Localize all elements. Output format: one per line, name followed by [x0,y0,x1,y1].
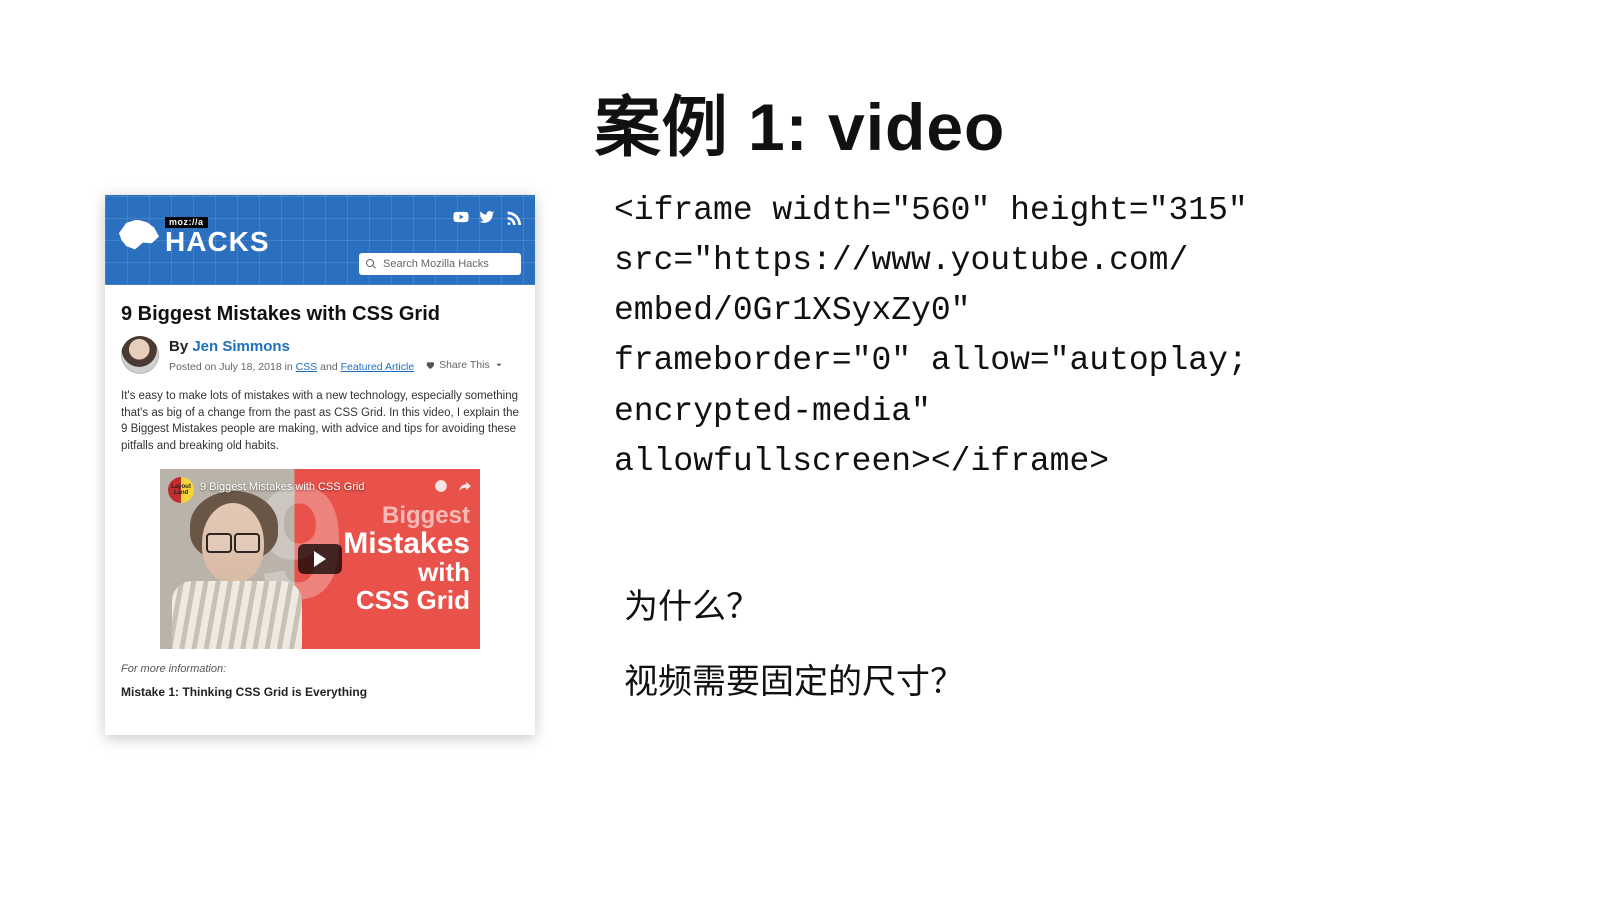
hacks-logo: moz://a HACKS [119,217,270,256]
overlay-line-1: Biggest [343,503,470,528]
overlay-line-4: CSS Grid [343,587,470,614]
watch-later-icon [434,479,448,493]
presenter-illustration [166,485,316,645]
video-thumbnail[interactable]: 9 Layout Land 9 Biggest Mistakes with CS… [160,469,480,649]
share-icon [458,479,472,493]
avatar [121,336,159,374]
hacks-screenshot: moz://a HACKS Search Mozilla Hacks 9 Big… [105,195,535,735]
channel-badge: Layout Land [168,477,194,503]
slide-title: 案例 1: video [0,74,1600,170]
post-meta: Posted on July 18, 2018 in CSS and Featu… [169,359,504,373]
share-this[interactable]: Share This [425,359,504,371]
play-button[interactable] [298,544,342,574]
mistake-1-heading: Mistake 1: Thinking CSS Grid is Everythi… [121,685,519,699]
rss-icon [505,209,521,225]
overlay-line-2: Mistakes [343,528,470,560]
video-caption: 9 Biggest Mistakes with CSS Grid [200,481,364,493]
question-why: 为什么？ [624,570,964,645]
youtube-icon [453,209,469,225]
iframe-code-sample: <iframe width="560" height="315" src="ht… [614,186,1394,487]
article-intro: It's easy to make lots of mistakes with … [121,388,519,455]
questions: 为什么？ 视频需要固定的尺寸？ [624,570,964,720]
code-line-2: src="https://www.youtube.com/ [614,236,1394,286]
code-line-4: frameborder="0" allow="autoplay; [614,336,1394,386]
video-overlay-title: Biggest Mistakes with CSS Grid [343,503,470,614]
byline: By Jen Simmons Posted on July 18, 2018 i… [121,336,519,374]
code-line-1: <iframe width="560" height="315" [614,186,1394,236]
twitter-icon [479,209,495,225]
heart-icon [425,360,435,370]
dino-icon [119,220,159,254]
code-line-6: allowfullscreen></iframe> [614,437,1394,487]
overlay-line-3: with [343,559,470,586]
share-label: Share This [439,359,490,371]
meta-and: and [317,361,340,373]
code-line-3: embed/0Gr1XSyxZy0" [614,286,1394,336]
chevron-down-icon [494,360,504,370]
hacks-banner: moz://a HACKS Search Mozilla Hacks [105,195,535,285]
social-icons [453,209,521,225]
category-css-link[interactable]: CSS [296,361,318,373]
video-top-controls [434,479,472,493]
hacks-wordmark: HACKS [165,228,270,256]
search-input[interactable]: Search Mozilla Hacks [359,253,521,275]
more-info-label: For more information: [121,663,519,675]
question-fixed-size: 视频需要固定的尺寸？ [624,645,964,720]
by-label: By [169,338,192,355]
meta-prefix: Posted on July 18, 2018 in [169,361,296,373]
category-featured-link[interactable]: Featured Article [341,361,415,373]
article-title: 9 Biggest Mistakes with CSS Grid [121,303,519,326]
search-icon [365,258,377,270]
author-link[interactable]: Jen Simmons [192,338,290,355]
search-placeholder: Search Mozilla Hacks [383,258,489,270]
code-line-5: encrypted-media" [614,387,1394,437]
